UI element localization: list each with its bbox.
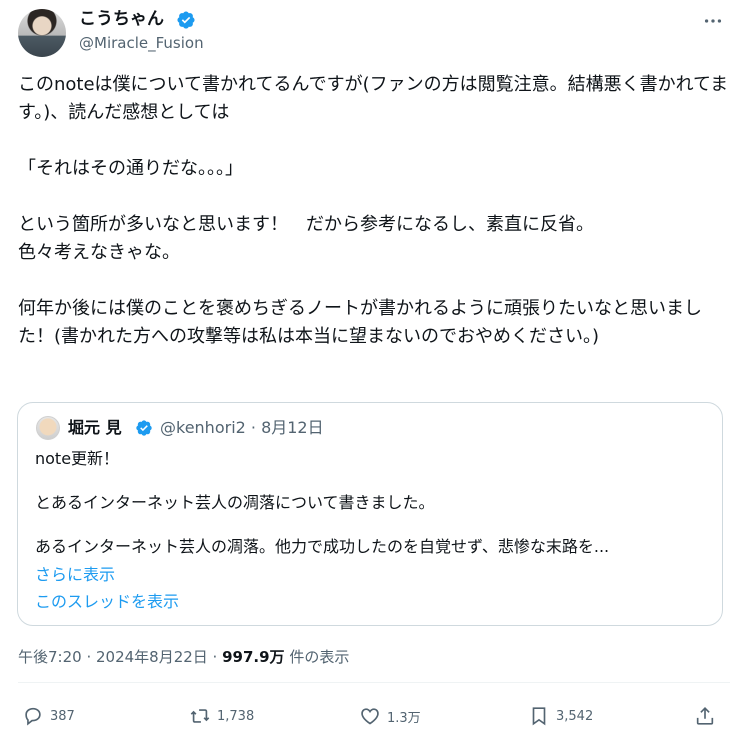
reply-count: 387 (50, 708, 75, 724)
quote-author-display-name: 堀元 見 (68, 418, 122, 437)
retweet-icon (190, 709, 210, 723)
bookmark-icon (532, 707, 546, 726)
divider (18, 682, 730, 683)
like-icon (361, 708, 379, 725)
reply-button[interactable]: 387 (22, 704, 75, 728)
bookmark-count: 3,542 (556, 708, 594, 724)
share-button[interactable] (694, 704, 716, 728)
tweet-timestamp[interactable]: 午後7:20 · 2024年8月22日 · (18, 648, 222, 666)
reply-icon (25, 707, 41, 726)
like-count: 1.3万 (387, 710, 421, 726)
retweet-count: 1,738 (217, 708, 255, 724)
view-label: 件の表示 (284, 648, 350, 666)
quote-author-handle-date: @kenhori2 · 8月12日 (160, 418, 324, 437)
like-button[interactable]: 1.3万 (359, 704, 421, 728)
bookmark-button[interactable]: 3,542 (528, 704, 593, 728)
show-more-link[interactable]: さらに表示 (35, 564, 115, 586)
author-display-name[interactable]: こうちゃん (79, 8, 164, 30)
quote-author-avatar (36, 416, 60, 440)
verified-badge-icon (177, 11, 195, 29)
tweet-text: このnoteは僕について書かれてるんですが(ファンの方は閲覧注意。結構悪く書かれ… (18, 74, 729, 347)
author-handle[interactable]: @Miracle_Fusion (79, 33, 204, 53)
quote-text: note更新！ とあるインターネット芸人の凋落について書きました。 あるインター… (35, 449, 610, 556)
author-avatar[interactable] (18, 9, 66, 57)
view-count: 997.9万 (222, 648, 285, 666)
tweet-meta: 午後7:20 · 2024年8月22日 · 997.9万 件の表示 (18, 647, 349, 667)
quote-tweet-card[interactable]: 堀元 見 @kenhori2 · 8月12日 note更新！ とあるインターネッ… (17, 402, 723, 626)
share-icon (696, 707, 714, 725)
more-icon[interactable] (700, 8, 726, 34)
retweet-button[interactable]: 1,738 (189, 704, 254, 728)
verified-badge-icon (136, 420, 152, 436)
show-thread-link[interactable]: このスレッドを表示 (35, 591, 179, 613)
